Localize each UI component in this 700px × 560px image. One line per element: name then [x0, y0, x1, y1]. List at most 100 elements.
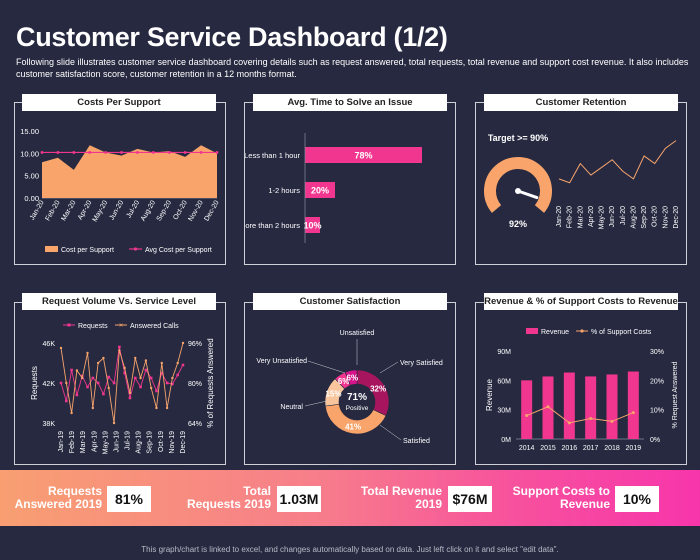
category-label: Less than 1 hour	[245, 151, 301, 160]
kpi-label-line: Requests 2019	[186, 497, 271, 511]
y-tick-label: 0.00	[24, 194, 39, 203]
kpi-label-total-revenue: Total Revenue 2019	[342, 485, 442, 511]
leader-line	[304, 400, 328, 407]
x-tick-label: May-20	[599, 206, 606, 229]
category-label: Very Unsatisfied	[256, 358, 307, 365]
x-tick-label: 2018	[604, 445, 620, 452]
data-label: 10%	[303, 221, 321, 231]
revenue-panel-title: Revenue & % of Support Costs to Revenue	[484, 293, 678, 310]
answered-point	[165, 406, 169, 410]
support-cost-point	[525, 414, 529, 418]
kpi-bar: Requests Answered 2019 81% Total Request…	[0, 470, 700, 526]
y-tick-label: 15.00	[20, 127, 39, 136]
y2-axis-label: % Request Answered	[672, 361, 679, 428]
kpi-label-total-requests: Total Requests 2019	[170, 485, 271, 511]
x-tick-label: Feb-19	[69, 431, 76, 453]
legend-label: % of Support Costs	[591, 329, 652, 336]
volume-chart: Requests × Answered Calls 38K 42K 46K 64% 80% 96…	[30, 323, 215, 455]
x-tick-label: Dec-20	[203, 199, 220, 222]
revenue-bar	[606, 374, 618, 439]
retention-chart: Target >= 90% 92% Jan-20 Feb-20 Mar-20 Apr-20…	[484, 133, 680, 229]
answered-point	[65, 381, 68, 385]
requests-point	[59, 381, 63, 385]
support-cost-point	[589, 416, 593, 420]
answered-point	[139, 376, 142, 380]
volume-panel[interactable]: Requests × Answered Calls 38K 42K 46K 64% 80% 96…	[14, 302, 226, 465]
leader-line	[307, 360, 346, 374]
legend-label: Revenue	[541, 329, 569, 336]
legend-swatch-requests-dot	[67, 323, 71, 327]
answered-point	[155, 406, 158, 410]
legend-swatch-cost	[45, 246, 58, 252]
category-label: Neutral	[280, 404, 303, 411]
requests-point	[155, 389, 158, 393]
avg-cost-point	[136, 151, 139, 154]
y2-tick-label: 0%	[650, 437, 660, 444]
requests-point	[165, 381, 169, 385]
x-tick-label: 2014	[519, 445, 535, 452]
requests-point	[86, 385, 89, 389]
satisfaction-chart: 32%41%15%6%6%71%PositiveUnsatisfiedVery …	[256, 330, 443, 445]
retention-panel-title: Customer Retention	[484, 94, 678, 111]
y-tick-label: 38K	[43, 421, 56, 428]
requests-point	[149, 376, 153, 380]
kpi-label-support-costs: Support Costs to Revenue	[500, 485, 610, 511]
answered-point	[134, 356, 137, 360]
answered-point	[70, 411, 73, 415]
legend-label: Cost per Support	[61, 247, 114, 254]
avg-cost-point	[151, 151, 155, 154]
requests-point	[144, 368, 148, 372]
revenue-panel[interactable]: Revenue % of Support Costs 0M 30M 60M 90M 0% 10…	[475, 302, 687, 465]
y2-tick-label: 20%	[650, 378, 664, 385]
center-value: 71%	[347, 392, 367, 403]
x-tick-label: Sep-19	[147, 431, 154, 454]
category-label: Very Satisfied	[400, 360, 443, 367]
satisfaction-panel[interactable]: 32% 41% 15% 6% 6% 71% Positive Unsatisfied Very …	[244, 302, 456, 465]
answered-point	[144, 359, 148, 362]
kpi-label-requests-answered: Requests Answered 2019	[10, 485, 102, 511]
y-axis-label: Revenue	[485, 378, 494, 411]
satisfaction-panel-title: Customer Satisfaction	[253, 293, 447, 310]
time-panel[interactable]: Less than 1 hour 78% 1-2 hours 20% More than…	[244, 102, 456, 265]
x-tick-label: 2016	[562, 445, 578, 452]
legend-label: Answered Calls	[130, 323, 179, 330]
requests-point	[75, 393, 79, 397]
page-title: Customer Service Dashboard (1/2)	[16, 22, 448, 52]
y-tick-label: 30M	[497, 408, 511, 415]
x-tick-label: Jul-20	[126, 199, 142, 219]
answered-point	[123, 366, 126, 370]
y2-tick-label: 30%	[650, 349, 664, 356]
category-label: Unsatisfied	[340, 330, 375, 337]
gauge-arc	[484, 157, 552, 213]
x-tick-label: Oct-20	[172, 199, 189, 221]
volume-panel-title: Request Volume Vs. Service Level	[22, 293, 216, 310]
requests-point	[107, 375, 111, 379]
support-cost-point	[567, 421, 571, 425]
answered-point	[81, 376, 84, 380]
support-cost-point	[610, 419, 614, 423]
support-cost-point	[546, 405, 550, 409]
revenue-bar	[521, 380, 533, 439]
slice-label: 6%	[347, 373, 359, 382]
answered-point	[118, 349, 121, 352]
revenue-chart: Revenue % of Support Costs 0M 30M 60M 90M 0% 10…	[485, 328, 679, 452]
avg-cost-point	[215, 151, 219, 154]
answered-point	[176, 361, 179, 365]
x-tick-label: Jan-19	[58, 431, 65, 453]
y-tick-label: 90M	[497, 349, 511, 356]
retention-panel[interactable]: Target >= 90% 92% Jan-20 Feb-20 Mar-20 Apr-20…	[475, 102, 687, 265]
y-axis-label: Requests	[30, 366, 39, 400]
x-tick-label: Apr-20	[77, 199, 94, 221]
costs-panel[interactable]: 0.00 5.00 10.00 15.00 Jan-20 Feb-20 Mar-20 Apr-…	[14, 102, 226, 265]
gauge-value-label: 92%	[509, 219, 527, 229]
requests-point	[91, 376, 95, 380]
y-tick-label: 42K	[43, 381, 56, 388]
kpi-label-line: Answered 2019	[14, 497, 102, 511]
x-tick-label: Mar-20	[577, 206, 584, 228]
legend-swatch-avg-dot	[133, 247, 138, 251]
x-tick-label: Jan-20	[556, 206, 563, 228]
answered-point	[149, 386, 153, 390]
answered-point	[102, 356, 105, 360]
y2-tick-label: 10%	[650, 408, 664, 415]
x-tick-label: Oct-20	[652, 206, 659, 227]
